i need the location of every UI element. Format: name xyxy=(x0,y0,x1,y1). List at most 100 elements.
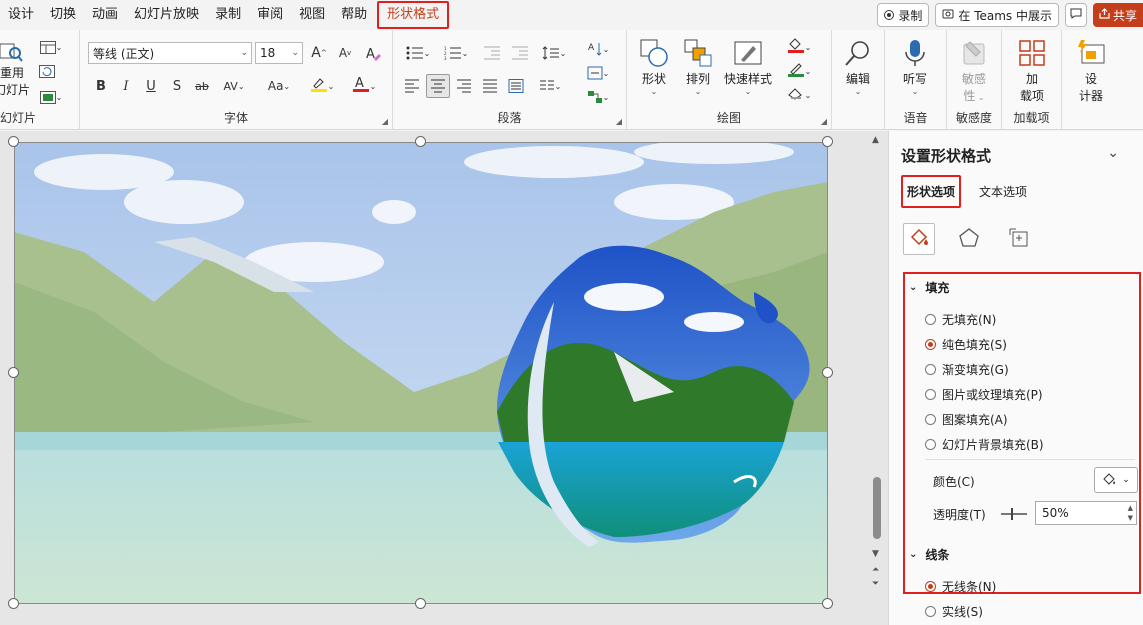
shrink-font-button[interactable]: Av xyxy=(334,42,356,64)
distributed-button[interactable] xyxy=(505,75,527,97)
reuse-slides-button[interactable]: 重用 幻灯片 xyxy=(0,42,30,98)
tab-record[interactable]: 录制 xyxy=(207,0,249,30)
tab-slideshow[interactable]: 幻灯片放映 xyxy=(126,0,207,30)
radio-solid-line[interactable] xyxy=(925,606,936,617)
align-text-button[interactable]: ⌄ xyxy=(581,62,615,84)
tab-text-options[interactable]: 文本选项 xyxy=(975,177,1031,206)
font-dialog-launcher-icon[interactable]: ◢ xyxy=(382,117,388,126)
fill-option-slide-background[interactable]: 幻灯片背景填充(B) xyxy=(925,436,1044,453)
dictate-button[interactable]: 听写 ⌄ xyxy=(890,36,940,96)
tab-transitions[interactable]: 切换 xyxy=(42,0,84,30)
effects-category[interactable] xyxy=(953,223,985,255)
font-name-combo[interactable]: 等线 (正文) ⌄ xyxy=(88,42,252,64)
transparency-spinner[interactable]: 50% ▲ ▼ xyxy=(1035,501,1137,525)
align-left-button[interactable] xyxy=(401,75,423,97)
line-section-header[interactable]: ⌄ 线条 xyxy=(909,546,949,563)
fill-line-category[interactable] xyxy=(903,223,935,255)
resize-handle-middle-right[interactable] xyxy=(822,367,833,378)
line-option-solid-line[interactable]: 实线(S) xyxy=(925,603,983,620)
addins-button[interactable]: 加 载项 xyxy=(1007,36,1057,104)
tab-view[interactable]: 视图 xyxy=(291,0,333,30)
fill-color-picker[interactable]: ⌄ xyxy=(1094,467,1138,493)
share-button[interactable]: 共享 xyxy=(1092,3,1143,27)
shape-outline-button[interactable]: ⌄ xyxy=(779,60,819,82)
font-color-button[interactable]: A ⌄ xyxy=(348,75,380,97)
columns-button[interactable]: ⌄ xyxy=(533,75,567,97)
sensitivity-button[interactable]: 敏感 性 ⌄ xyxy=(949,36,999,104)
align-right-button[interactable] xyxy=(453,75,475,97)
fill-option-gradient-fill[interactable]: 渐变填充(G) xyxy=(925,361,1009,378)
text-direction-button[interactable]: A ⌄ xyxy=(581,38,615,60)
convert-smartart-button[interactable]: ⌄ xyxy=(581,86,615,108)
shape-fill-button[interactable]: ⌄ xyxy=(779,36,819,58)
tab-shape-options[interactable]: 形状选项 xyxy=(901,175,962,208)
arrange-button[interactable]: 排列 ⌄ xyxy=(673,36,723,96)
record-button[interactable]: 录制 xyxy=(877,3,930,27)
radio-pattern-fill[interactable] xyxy=(925,414,936,425)
section-button[interactable]: ⌄ xyxy=(36,86,66,108)
fill-option-no-fill[interactable]: 无填充(N) xyxy=(925,311,996,328)
resize-handle-top-right[interactable] xyxy=(822,136,833,147)
reset-slide-button[interactable] xyxy=(36,60,58,82)
underline-button[interactable]: U xyxy=(140,75,162,97)
align-center-button[interactable] xyxy=(426,74,450,98)
shapes-button[interactable]: 形状 ⌄ xyxy=(629,36,679,96)
tab-review[interactable]: 审阅 xyxy=(249,0,291,30)
fill-option-pattern-fill[interactable]: 图案填充(A) xyxy=(925,411,1008,428)
change-case-button[interactable]: Aa ⌄ xyxy=(262,75,296,97)
fill-option-solid-fill[interactable]: 纯色填充(S) xyxy=(925,336,1007,353)
bullets-button[interactable]: ⌄ xyxy=(401,42,435,64)
paragraph-dialog-launcher-icon[interactable]: ◢ xyxy=(616,117,622,126)
radio-picture-fill[interactable] xyxy=(925,389,936,400)
landscape-picture[interactable] xyxy=(14,142,828,604)
font-size-combo[interactable]: 18 ⌄ xyxy=(255,42,303,64)
tab-help[interactable]: 帮助 xyxy=(333,0,375,30)
resize-handle-bottom-right[interactable] xyxy=(822,598,833,609)
char-spacing-button[interactable]: AV ⌄ xyxy=(218,75,250,97)
bold-button[interactable]: B xyxy=(90,75,112,97)
designer-button[interactable]: 设 计器 xyxy=(1066,36,1116,104)
spinner-arrows-icon[interactable]: ▲ ▼ xyxy=(1128,503,1133,523)
shape-effects-button[interactable]: ⌄ xyxy=(779,84,819,106)
line-option-no-line[interactable]: 无线条(N) xyxy=(925,578,996,595)
tab-animations[interactable]: 动画 xyxy=(84,0,126,30)
next-slide-icon[interactable]: ⏷ xyxy=(872,579,879,589)
resize-handle-bottom-left[interactable] xyxy=(8,598,19,609)
justify-button[interactable] xyxy=(479,75,501,97)
size-properties-category[interactable] xyxy=(1003,223,1035,255)
radio-no-line[interactable] xyxy=(925,581,936,592)
tab-design[interactable]: 设计 xyxy=(0,0,42,30)
drawing-dialog-launcher-icon[interactable]: ◢ xyxy=(821,117,827,126)
resize-handle-middle-left[interactable] xyxy=(8,367,19,378)
layout-button[interactable]: ⌄ xyxy=(36,36,66,58)
resize-handle-top-middle[interactable] xyxy=(415,136,426,147)
quick-styles-button[interactable]: 快速样式 ⌄ xyxy=(721,36,775,96)
comments-button[interactable] xyxy=(1064,3,1087,27)
line-spacing-button[interactable]: ⌄ xyxy=(537,42,571,64)
clear-format-button[interactable]: A xyxy=(362,42,384,64)
increase-indent-button[interactable] xyxy=(509,42,531,64)
pane-options-chevron-icon[interactable]: ⌄ xyxy=(1107,145,1119,161)
highlight-color-button[interactable]: ⌄ xyxy=(306,75,338,97)
text-shadow-button[interactable]: S xyxy=(166,75,188,97)
vertical-scrollbar[interactable]: ▲ ▼ ⏶ ⏷ xyxy=(870,135,884,621)
fill-option-picture-fill[interactable]: 图片或纹理填充(P) xyxy=(925,386,1043,403)
radio-no-fill[interactable] xyxy=(925,314,936,325)
slide-canvas[interactable] xyxy=(14,142,828,604)
numbering-button[interactable]: 1 2 3 ⌄ xyxy=(439,42,473,64)
scroll-down-icon[interactable]: ▼ xyxy=(872,549,879,559)
italic-button[interactable]: I xyxy=(115,75,137,97)
resize-handle-top-left[interactable] xyxy=(8,136,19,147)
strikethrough-button[interactable]: ab xyxy=(191,75,213,97)
decrease-indent-button[interactable] xyxy=(481,42,503,64)
resize-handle-bottom-middle[interactable] xyxy=(415,598,426,609)
fill-section-header[interactable]: ⌄ 填充 xyxy=(909,279,949,296)
radio-solid-fill[interactable] xyxy=(925,339,936,350)
editing-button[interactable]: 编辑 ⌄ xyxy=(833,36,883,96)
grow-font-button[interactable]: A ^ xyxy=(308,42,330,64)
radio-slide-background[interactable] xyxy=(925,439,936,450)
previous-slide-icon[interactable]: ⏶ xyxy=(872,565,879,575)
scroll-up-icon[interactable]: ▲ xyxy=(872,135,879,145)
radio-gradient-fill[interactable] xyxy=(925,364,936,375)
scroll-thumb[interactable] xyxy=(873,477,881,539)
